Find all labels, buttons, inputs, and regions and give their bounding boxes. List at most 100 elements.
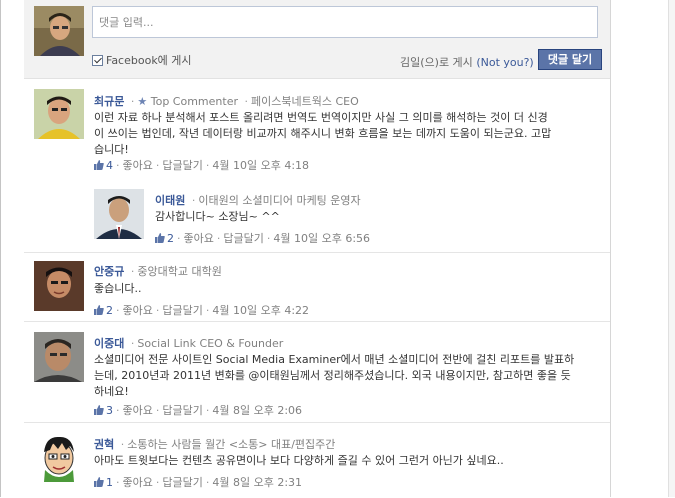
like-button[interactable]: 좋아요: [123, 402, 153, 418]
separator: ·: [155, 403, 160, 417]
current-user-avatar: [34, 6, 84, 56]
separator: ·: [130, 95, 135, 108]
reply-button[interactable]: 답글달기: [162, 302, 202, 318]
separator: ·: [155, 158, 160, 172]
comment-header: 안중규 · 중앙대학교 대학원: [94, 263, 222, 279]
thumbs-up-icon: [94, 160, 104, 170]
author-title: 페이스북네트웍스 CEO: [251, 95, 359, 108]
separator: ·: [120, 438, 125, 451]
comment-timestamp[interactable]: 4월 10일 오후 4:18: [212, 157, 309, 173]
separator: ·: [116, 303, 120, 317]
comment-text-line: 이 쓰이는 법인데, 작년 데이터랑 비교까지 해주시니 변화 흐름을 보는 데…: [94, 127, 552, 140]
like-count[interactable]: 3: [106, 404, 113, 417]
left-border: [0, 0, 1, 497]
separator: ·: [155, 303, 160, 317]
comment-actions: 1 · 좋아요 · 답글달기 · 4월 8일 오후 2:31: [94, 474, 302, 490]
separator: ·: [205, 403, 210, 417]
separator: ·: [266, 231, 271, 245]
separator: ·: [155, 475, 160, 489]
comment-actions: 2 · 좋아요 · 답글달기 · 4월 10일 오후 6:56: [155, 230, 370, 246]
comment-timestamp[interactable]: 4월 10일 오후 6:56: [273, 230, 370, 246]
separator: ·: [130, 265, 135, 278]
thumbs-up-icon: [94, 305, 104, 315]
avatar[interactable]: [34, 432, 84, 482]
comment-text-line: 좋습니다..: [94, 282, 142, 295]
post-to-facebook-label: Facebook에 게시: [106, 54, 192, 67]
separator: ·: [130, 337, 135, 350]
comment-actions: 4 · 좋아요 · 답글달기 · 4월 10일 오후 4:18: [94, 157, 309, 173]
comment-timestamp[interactable]: 4월 8일 오후 2:06: [212, 402, 302, 418]
like-count[interactable]: 2: [167, 232, 174, 245]
separator: ·: [205, 158, 210, 172]
posting-as-info: 김일(으)로 게시 (Not you?): [400, 54, 534, 70]
comment-text-line: 하네요!: [94, 385, 129, 398]
posting-as-label: 김일(으)로 게시: [400, 56, 473, 69]
author-name[interactable]: 최규문: [94, 95, 124, 108]
like-button[interactable]: 좋아요: [123, 302, 153, 318]
like-count[interactable]: 2: [106, 304, 113, 317]
scrollbar[interactable]: [668, 0, 675, 497]
right-border: [610, 0, 611, 497]
reply-comment: 이태원 · 이태원의 소셜미디어 마케팅 운영자 감사합니다~ 소장님~ ^^ 2…: [24, 179, 610, 251]
top-commenter-badge: Top Commenter: [150, 95, 238, 108]
author-title: Social Link CEO & Founder: [137, 337, 284, 350]
comment-text-line: 습니다!: [94, 143, 129, 156]
avatar[interactable]: [34, 261, 84, 311]
reply-button[interactable]: 답글달기: [162, 157, 202, 173]
avatar[interactable]: [34, 332, 84, 382]
not-you-link[interactable]: (Not you?): [476, 56, 533, 69]
post-to-facebook-option[interactable]: Facebook에 게시: [92, 52, 192, 68]
author-title: 소통하는 사람들 월간 <소통> 대표/편집주간: [127, 438, 336, 451]
like-count[interactable]: 4: [106, 159, 113, 172]
comment-text: 좋습니다..: [94, 281, 594, 297]
separator: ·: [116, 403, 120, 417]
submit-comment-button[interactable]: 댓글 달기: [538, 49, 602, 70]
comment: 최규문 · ★ Top Commenter · 페이스북네트웍스 CEO 이런 자료…: [24, 79, 610, 179]
comment-text: 감사합니다~ 소장님~ ^^: [155, 209, 595, 225]
thumbs-up-icon: [94, 405, 104, 415]
like-button[interactable]: 좋아요: [123, 474, 153, 490]
comment-text-line: 감사합니다~ 소장님~ ^^: [155, 210, 280, 223]
comment-header: 이중대 · Social Link CEO & Founder: [94, 335, 283, 351]
comment-timestamp[interactable]: 4월 10일 오후 4:22: [212, 302, 309, 318]
comment-timestamp[interactable]: 4월 8일 오후 2:31: [212, 474, 302, 490]
comment-text-line: 이런 자료 하나 분석해서 포스트 올리려면 번역도 번역이지만 사실 그 의미…: [94, 111, 548, 124]
comment-header: 이태원 · 이태원의 소셜미디어 마케팅 운영자: [155, 192, 361, 208]
post-to-facebook-checkbox[interactable]: [92, 54, 103, 66]
comment: 안중규 · 중앙대학교 대학원 좋습니다.. 2 · 좋아요 · 답글달기 · 4월 1…: [24, 252, 610, 321]
like-count[interactable]: 1: [106, 476, 113, 489]
comment-text-line: 아마도 트윗보다는 컨텐츠 공유면이나 보다 다양하게 즐길 수 있어 그런거 …: [94, 454, 504, 467]
thumbs-up-icon: [94, 477, 104, 487]
comment-header: 권혁 · 소통하는 사람들 월간 <소통> 대표/편집주간: [94, 436, 335, 452]
comment-text: 아마도 트윗보다는 컨텐츠 공유면이나 보다 다양하게 즐길 수 있어 그런거 …: [94, 453, 594, 469]
author-title: 이태원의 소셜미디어 마케팅 운영자: [198, 194, 361, 207]
avatar[interactable]: [34, 89, 84, 139]
reply-button[interactable]: 답글달기: [162, 474, 202, 490]
separator: ·: [116, 475, 120, 489]
comment-input[interactable]: [92, 6, 598, 38]
comment-text-line: 소셜미디어 전문 사이트인 Social Media Examiner에서 매년…: [94, 353, 575, 366]
avatar[interactable]: [94, 189, 144, 239]
like-button[interactable]: 좋아요: [184, 230, 214, 246]
star-icon: ★: [137, 95, 148, 108]
author-name[interactable]: 이중대: [94, 337, 124, 350]
comment-header: 최규문 · ★ Top Commenter · 페이스북네트웍스 CEO: [94, 93, 359, 109]
separator: ·: [205, 475, 210, 489]
separator: ·: [205, 303, 210, 317]
thumbs-up-icon: [155, 233, 165, 243]
separator: ·: [216, 231, 221, 245]
comment-actions: 3 · 좋아요 · 답글달기 · 4월 8일 오후 2:06: [94, 402, 302, 418]
reply-button[interactable]: 답글달기: [223, 230, 263, 246]
comment-text: 이런 자료 하나 분석해서 포스트 올리려면 번역도 번역이지만 사실 그 의미…: [94, 110, 594, 158]
separator: ·: [116, 158, 120, 172]
author-name[interactable]: 안중규: [94, 265, 124, 278]
separator: ·: [244, 95, 249, 108]
like-button[interactable]: 좋아요: [123, 157, 153, 173]
comment: 이중대 · Social Link CEO & Founder 소셜미디어 전문 …: [24, 321, 610, 422]
author-name[interactable]: 이태원: [155, 194, 185, 207]
separator: ·: [177, 231, 181, 245]
comment-composer: Facebook에 게시 김일(으)로 게시 (Not you?) 댓글 달기: [24, 0, 610, 79]
comment-text-line: 는데, 2010년과 2011년 변화를 @이태원님께서 정리해주셨습니다. 외…: [94, 369, 571, 382]
reply-button[interactable]: 답글달기: [162, 402, 202, 418]
author-name[interactable]: 권혁: [94, 438, 114, 451]
